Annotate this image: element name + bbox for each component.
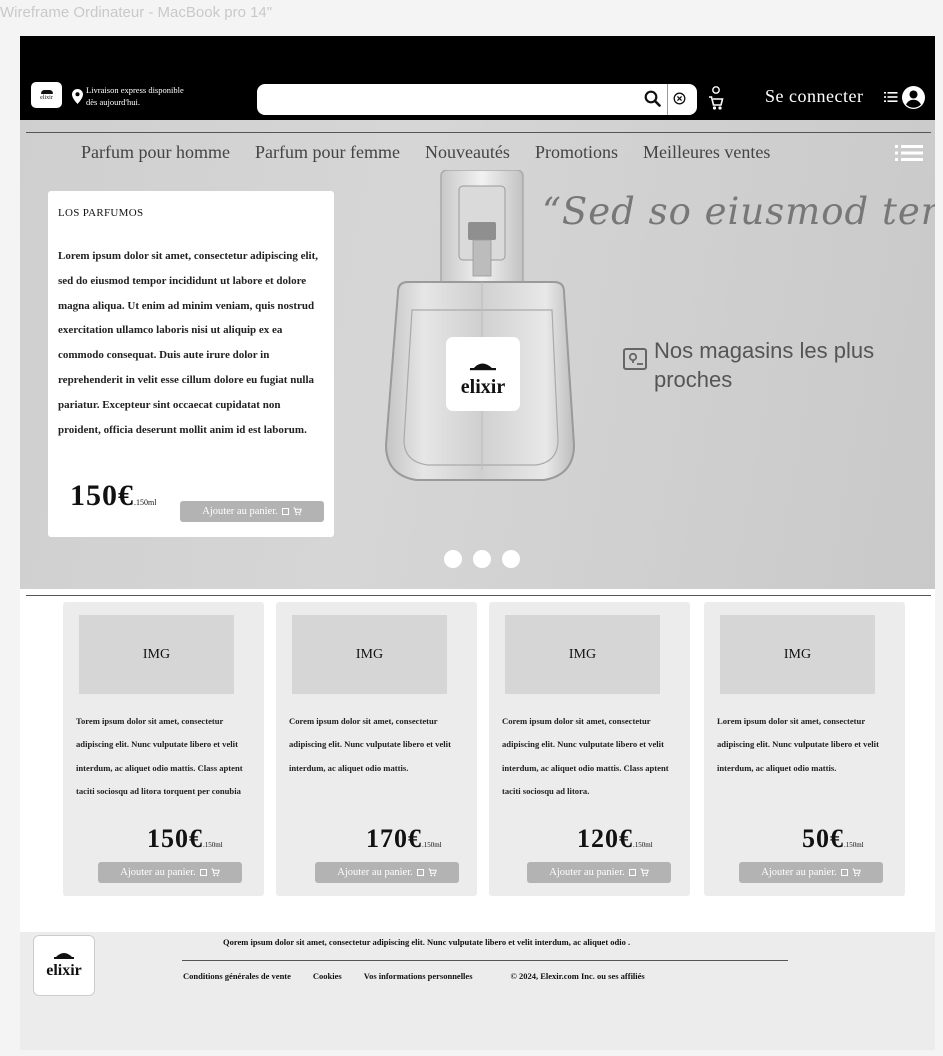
hero-product-card: LOS PARFUMOS Lorem ipsum dolor sit amet,… [48, 191, 334, 537]
bag-icon [416, 869, 424, 876]
bag-icon [628, 869, 636, 876]
product-price: 120€.150ml [577, 824, 653, 854]
hero-price: 150€.150ml [70, 479, 156, 513]
footer-divider [182, 960, 788, 961]
location-pin-icon[interactable] [72, 89, 83, 104]
product-image: IMG [720, 615, 875, 694]
product-image: IMG [79, 615, 234, 694]
product-price-unit: .150ml [203, 841, 223, 849]
nav-item-parfum-femme[interactable]: Parfum pour femme [255, 142, 400, 163]
delivery-line-1: Livraison express disponible [86, 85, 184, 95]
hero-price-value: 150€ [70, 479, 134, 512]
nav-item-promotions[interactable]: Promotions [535, 142, 618, 163]
add-to-cart-label: Ajouter au panier. [337, 867, 413, 878]
product-description: Torem ipsum dolor sit amet, consectetur … [76, 716, 243, 796]
footer: elixir Qorem ipsum dolor sit amet, conse… [20, 932, 935, 1050]
hero-category: LOS PARFUMOS [58, 207, 144, 219]
product-price: 170€.150ml [366, 824, 442, 854]
product-description: Lorem ipsum dolor sit amet, consectetur … [717, 716, 879, 773]
main-nav: Parfum pour homme Parfum pour femme Nouv… [81, 142, 795, 163]
footer-links: Conditions générales de vente Cookies Vo… [183, 971, 667, 981]
cart-icon[interactable] [708, 86, 724, 112]
carousel-dot[interactable] [444, 550, 462, 568]
carousel-dot[interactable] [473, 550, 491, 568]
user-account-icon[interactable] [902, 86, 925, 109]
search-bar [257, 84, 697, 115]
footer-link-personal-info[interactable]: Vos informations personnelles [364, 971, 473, 981]
nearest-stores-link[interactable]: Nos magasins les plus proches [654, 336, 884, 394]
product-price-value: 120€ [577, 824, 633, 853]
product-price-value: 170€ [366, 824, 422, 853]
bag-icon [281, 508, 289, 515]
product-card[interactable]: IMG Lorem ipsum dolor sit amet, consecte… [704, 602, 905, 896]
products-divider [26, 595, 931, 596]
delivery-info: Livraison express disponible dès aujourd… [86, 84, 184, 108]
add-to-cart-label: Ajouter au panier. [120, 867, 196, 878]
product-card[interactable]: IMG Torem ipsum dolor sit amet, consecte… [63, 602, 264, 896]
add-to-cart-button[interactable]: Ajouter au panier. [315, 862, 459, 883]
add-to-cart-label: Ajouter au panier. [549, 867, 625, 878]
menu-icon[interactable] [884, 91, 898, 103]
product-price-unit: .150ml [422, 841, 442, 849]
product-image: IMG [292, 615, 447, 694]
nav-item-nouveautes[interactable]: Nouveautés [425, 142, 510, 163]
product-card[interactable]: IMG Corem ipsum dolor sit amet, consecte… [489, 602, 690, 896]
search-input[interactable] [265, 88, 639, 112]
product-price: 50€.150ml [802, 824, 864, 854]
product-image: IMG [505, 615, 660, 694]
search-divider [667, 84, 668, 115]
page: elixir Livraison express disponible dès … [20, 36, 935, 1050]
hero-description: Lorem ipsum dolor sit amet, consectetur … [58, 250, 319, 436]
add-to-cart-button[interactable]: Ajouter au panier. [739, 862, 883, 883]
add-to-cart-label: Ajouter au panier. [202, 506, 278, 517]
hero-section: Parfum pour homme Parfum pour femme Nouv… [20, 120, 935, 589]
nav-item-parfum-homme[interactable]: Parfum pour homme [81, 142, 230, 163]
cart-small-icon [640, 868, 649, 877]
cart-small-icon [211, 868, 220, 877]
footer-description: Qorem ipsum dolor sit amet, consectetur … [223, 937, 631, 947]
carousel-dots [444, 550, 520, 568]
list-menu-icon[interactable] [895, 144, 923, 162]
add-to-cart-button[interactable]: Ajouter au panier. [98, 862, 242, 883]
delivery-line-2: dès aujourd'hui. [86, 97, 140, 107]
add-to-cart-label: Ajouter au panier. [761, 867, 837, 878]
product-price-unit: .150ml [844, 841, 864, 849]
footer-link-cgv[interactable]: Conditions générales de vente [183, 971, 291, 981]
store-location-icon[interactable] [623, 347, 647, 371]
product-price-unit: .150ml [633, 841, 653, 849]
hero-price-unit: .150ml [134, 498, 157, 507]
signin-link[interactable]: Se connecter [765, 86, 863, 107]
hero-quote: “Sed so eiusmod tempor” [542, 190, 935, 233]
add-to-cart-button[interactable]: Ajouter au panier. [527, 862, 671, 883]
clear-search-icon[interactable] [673, 92, 686, 105]
hero-divider [26, 132, 931, 133]
nav-item-meilleures-ventes[interactable]: Meilleures ventes [643, 142, 770, 163]
product-card[interactable]: IMG Corem ipsum dolor sit amet, consecte… [276, 602, 477, 896]
product-price: 150€.150ml [147, 824, 223, 854]
search-icon[interactable] [644, 90, 661, 107]
bag-icon [199, 869, 207, 876]
logo-mark-icon [54, 953, 74, 959]
hero-add-to-cart-button[interactable]: Ajouter au panier. [180, 501, 324, 522]
bag-icon [840, 869, 848, 876]
product-description: Corem ipsum dolor sit amet, consectetur … [502, 716, 669, 796]
product-price-value: 150€ [147, 824, 203, 853]
cart-small-icon [852, 868, 861, 877]
footer-link-cookies[interactable]: Cookies [313, 971, 342, 981]
brand-name: elixir [40, 94, 53, 101]
cart-small-icon [293, 507, 302, 516]
frame-label: Wireframe Ordinateur - MacBook pro 14" [0, 4, 273, 21]
footer-brand-name: elixir [46, 962, 82, 979]
bottle-label: elixir [461, 376, 506, 398]
carousel-dot[interactable] [502, 550, 520, 568]
product-price-value: 50€ [802, 824, 844, 853]
product-description: Corem ipsum dolor sit amet, consectetur … [289, 716, 451, 773]
footer-copyright: © 2024, Elexir.com Inc. ou ses affiliés [510, 971, 645, 981]
top-bar: elixir Livraison express disponible dès … [20, 36, 935, 120]
cart-small-icon [428, 868, 437, 877]
logo-mark-icon [40, 89, 53, 94]
brand-logo[interactable]: elixir [31, 82, 62, 108]
footer-logo[interactable]: elixir [33, 935, 95, 996]
